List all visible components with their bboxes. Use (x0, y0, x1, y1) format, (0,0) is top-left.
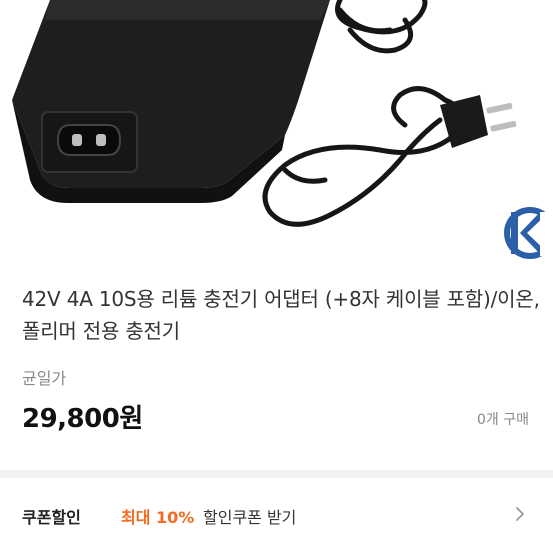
product-image (0, 0, 553, 268)
coupon-label: 쿠폰할인 (22, 508, 81, 527)
price-label: 균일가 (22, 369, 67, 388)
kc-mark-icon (504, 207, 553, 259)
purchase-count: 0개 구매 (477, 412, 529, 428)
coupon-text: 할인쿠폰 받기 (203, 508, 297, 527)
coupon-max-discount: 최대 10% (121, 508, 195, 527)
plug-image (440, 95, 517, 148)
product-title: 42V 4A 10S용 리튬 충전기 어댑터 (+8자 케이블 포함)/이온,폴… (22, 287, 540, 343)
charger-adapter-image (12, 0, 330, 203)
coupon-download-row[interactable]: 쿠폰할인 최대 10% 할인쿠폰 받기 (0, 478, 553, 553)
chevron-right-icon[interactable] (511, 505, 529, 523)
product-price: 29,800원 (22, 404, 143, 434)
section-divider (0, 470, 553, 478)
